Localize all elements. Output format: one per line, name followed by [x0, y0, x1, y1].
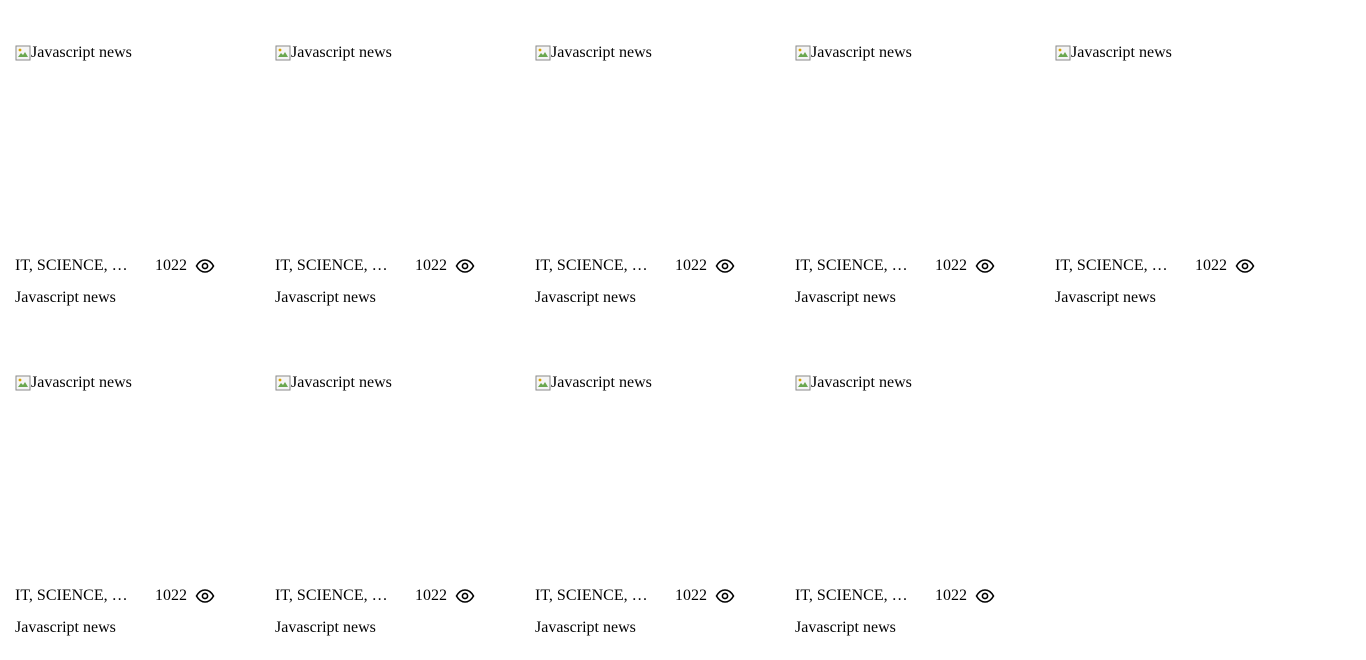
category-label: IT, SCIENCE, …	[15, 587, 128, 604]
news-meta: IT, SCIENCE, … 1022	[15, 586, 260, 606]
category-label: IT, SCIENCE, …	[795, 257, 908, 274]
broken-image-icon	[275, 375, 291, 391]
news-title-link[interactable]: Javascript news	[535, 288, 636, 308]
category-label: IT, SCIENCE, …	[1055, 257, 1168, 274]
news-card[interactable]: Javascript news IT, SCIENCE, … 1022 Java…	[795, 375, 1040, 655]
image-alt-text: Javascript news	[291, 44, 392, 61]
category-label: IT, SCIENCE, …	[275, 587, 388, 604]
broken-image-icon	[535, 375, 551, 391]
view-count: 1022	[935, 587, 967, 604]
image-alt-text: Javascript news	[31, 374, 132, 391]
news-thumbnail[interactable]: Javascript news	[535, 45, 780, 245]
news-title-link[interactable]: Javascript news	[1055, 288, 1156, 308]
category-label: IT, SCIENCE, …	[535, 257, 648, 274]
category-label: IT, SCIENCE, …	[795, 587, 908, 604]
news-thumbnail[interactable]: Javascript news	[15, 45, 260, 245]
news-title-link[interactable]: Javascript news	[795, 618, 896, 638]
news-title-link[interactable]: Javascript news	[15, 288, 116, 308]
eye-icon	[455, 259, 475, 273]
image-alt-text: Javascript news	[1071, 44, 1172, 61]
news-title-link[interactable]: Javascript news	[535, 618, 636, 638]
news-title-link[interactable]: Javascript news	[275, 288, 376, 308]
news-thumbnail[interactable]: Javascript news	[275, 45, 520, 245]
eye-icon	[195, 259, 215, 273]
view-count: 1022	[1195, 257, 1227, 274]
broken-image-icon	[15, 45, 31, 61]
broken-image-icon	[1055, 45, 1071, 61]
view-count: 1022	[675, 257, 707, 274]
news-meta: IT, SCIENCE, … 1022	[1055, 256, 1300, 276]
category-label: IT, SCIENCE, …	[15, 257, 128, 274]
eye-icon	[455, 589, 475, 603]
image-alt-text: Javascript news	[551, 44, 652, 61]
broken-image-icon	[795, 45, 811, 61]
news-meta: IT, SCIENCE, … 1022	[535, 586, 780, 606]
eye-icon	[715, 259, 735, 273]
view-count: 1022	[415, 587, 447, 604]
view-count: 1022	[935, 257, 967, 274]
news-thumbnail[interactable]: Javascript news	[15, 375, 260, 575]
news-card[interactable]: Javascript news IT, SCIENCE, … 1022 Java…	[1055, 45, 1300, 325]
news-meta: IT, SCIENCE, … 1022	[535, 256, 780, 276]
image-alt-text: Javascript news	[551, 374, 652, 391]
eye-icon	[195, 589, 215, 603]
image-alt-text: Javascript news	[31, 44, 132, 61]
news-title-link[interactable]: Javascript news	[275, 618, 376, 638]
broken-image-icon	[15, 375, 31, 391]
image-alt-text: Javascript news	[291, 374, 392, 391]
news-card[interactable]: Javascript news IT, SCIENCE, … 1022 Java…	[15, 375, 260, 655]
news-thumbnail[interactable]: Javascript news	[275, 375, 520, 575]
view-count: 1022	[155, 257, 187, 274]
eye-icon	[715, 589, 735, 603]
eye-icon	[1235, 259, 1255, 273]
news-thumbnail[interactable]: Javascript news	[1055, 45, 1300, 245]
news-card[interactable]: Javascript news IT, SCIENCE, … 1022 Java…	[15, 45, 260, 325]
category-label: IT, SCIENCE, …	[535, 587, 648, 604]
news-thumbnail[interactable]: Javascript news	[535, 375, 780, 575]
broken-image-icon	[535, 45, 551, 61]
news-thumbnail[interactable]: Javascript news	[795, 375, 1040, 575]
eye-icon	[975, 259, 995, 273]
view-count: 1022	[675, 587, 707, 604]
news-meta: IT, SCIENCE, … 1022	[795, 586, 1040, 606]
category-label: IT, SCIENCE, …	[275, 257, 388, 274]
broken-image-icon	[795, 375, 811, 391]
news-card[interactable]: Javascript news IT, SCIENCE, … 1022 Java…	[535, 45, 780, 325]
news-thumbnail[interactable]: Javascript news	[795, 45, 1040, 245]
broken-image-icon	[275, 45, 291, 61]
news-card[interactable]: Javascript news IT, SCIENCE, … 1022 Java…	[535, 375, 780, 655]
news-title-link[interactable]: Javascript news	[795, 288, 896, 308]
image-alt-text: Javascript news	[811, 44, 912, 61]
news-card[interactable]: Javascript news IT, SCIENCE, … 1022 Java…	[795, 45, 1040, 325]
news-title-link[interactable]: Javascript news	[15, 618, 116, 638]
view-count: 1022	[155, 587, 187, 604]
news-meta: IT, SCIENCE, … 1022	[15, 256, 260, 276]
news-meta: IT, SCIENCE, … 1022	[275, 586, 520, 606]
image-alt-text: Javascript news	[811, 374, 912, 391]
news-meta: IT, SCIENCE, … 1022	[795, 256, 1040, 276]
view-count: 1022	[415, 257, 447, 274]
news-meta: IT, SCIENCE, … 1022	[275, 256, 520, 276]
news-grid: Javascript news IT, SCIENCE, … 1022 Java…	[0, 0, 1366, 660]
news-card[interactable]: Javascript news IT, SCIENCE, … 1022 Java…	[275, 45, 520, 325]
news-card[interactable]: Javascript news IT, SCIENCE, … 1022 Java…	[275, 375, 520, 655]
eye-icon	[975, 589, 995, 603]
